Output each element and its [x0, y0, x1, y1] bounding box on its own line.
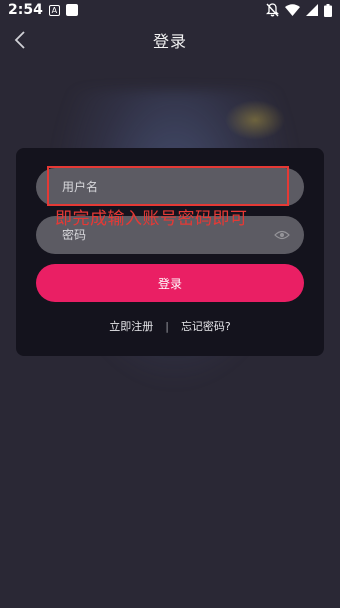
notifications-off-icon: [266, 3, 279, 17]
status-bar: 2:54 A: [0, 0, 340, 20]
back-button[interactable]: [8, 28, 32, 52]
status-time: 2:54: [8, 2, 43, 18]
annotation-highlight-box: [47, 166, 289, 206]
annotation-text: 即完成输入账号密码即可: [55, 209, 248, 229]
register-link[interactable]: 立即注册: [109, 318, 153, 334]
page-title: 登录: [152, 32, 187, 51]
notification-app-icon: [65, 4, 78, 16]
password-input[interactable]: [60, 227, 264, 243]
notification-a-icon: A: [48, 4, 60, 16]
eye-icon[interactable]: [274, 228, 290, 242]
background-glow-accent: [225, 100, 285, 140]
signal-icon: [306, 4, 318, 16]
wifi-icon: [285, 4, 300, 16]
login-button[interactable]: 登录: [36, 264, 304, 302]
header: 登录: [0, 20, 340, 60]
chevron-left-icon: [14, 31, 25, 49]
link-separator: |: [165, 319, 169, 333]
battery-icon: [324, 3, 332, 17]
auth-links: 立即注册 | 忘记密码?: [16, 318, 324, 334]
forgot-password-link[interactable]: 忘记密码?: [181, 318, 231, 334]
